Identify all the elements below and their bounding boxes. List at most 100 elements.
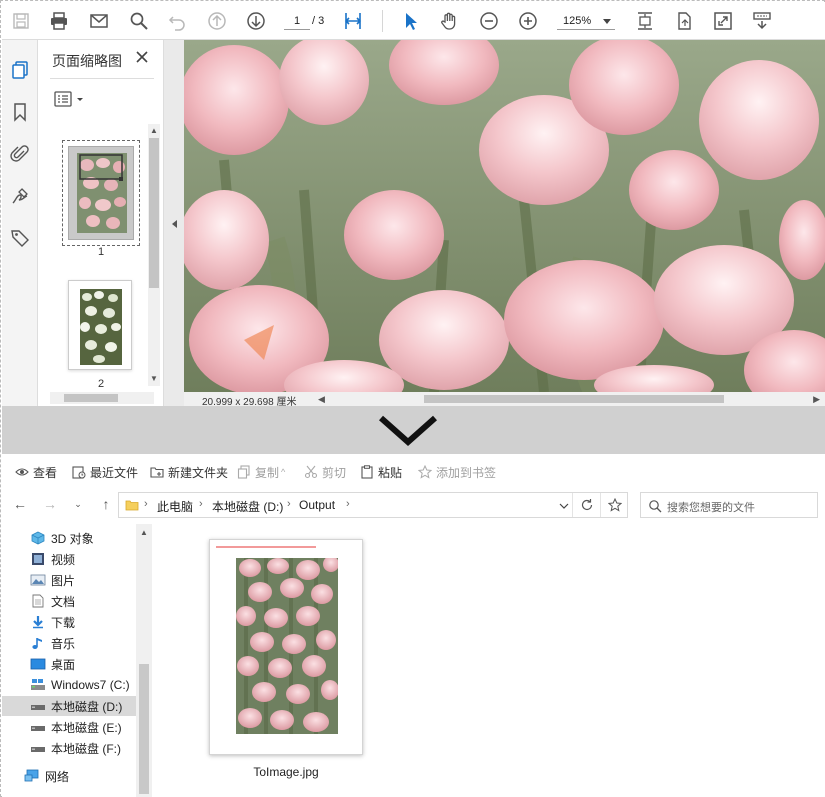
file-explorer: 查看 最近文件 新建文件夹 复制 ^ 剪切 粘贴 添加到书签 ← → ⌄ ↑ ›… (2, 454, 825, 797)
breadcrumb-separator-icon: › (199, 498, 203, 510)
scroll-left-icon[interactable]: ◀ (318, 394, 325, 405)
select-cursor-icon[interactable] (400, 10, 422, 32)
nav-item-documents[interactable]: 文档 (30, 591, 75, 611)
fit-page-icon[interactable] (342, 10, 364, 32)
paste-button[interactable]: 粘贴 (360, 464, 402, 480)
scrollbar-thumb[interactable] (64, 394, 118, 402)
address-dropdown-icon[interactable] (556, 495, 572, 517)
address-bar[interactable]: › 此电脑 › 本地磁盘 (D:) › Output › (118, 492, 628, 518)
drive-icon (31, 747, 45, 752)
breadcrumb-this-pc[interactable]: 此电脑 (157, 498, 193, 515)
view-button[interactable]: 查看 (15, 464, 57, 480)
nav-item-video[interactable]: 视频 (30, 549, 75, 569)
file-thumbnail[interactable] (209, 539, 363, 755)
nav-label: 网络 (45, 769, 70, 784)
navigation-scrollbar[interactable]: ▲ (136, 524, 152, 797)
pdf-toolbar: 1 / 3 125% (2, 2, 825, 40)
history-dropdown-icon[interactable]: ⌄ (70, 496, 86, 512)
scrollbar-thumb[interactable] (424, 395, 724, 403)
bookmark-icon[interactable] (8, 100, 32, 124)
copy-button[interactable]: 复制 ^ (237, 464, 285, 480)
previous-page-icon[interactable] (206, 10, 228, 32)
rotate-page-icon[interactable] (673, 10, 695, 32)
up-arrow-icon[interactable]: ↑ (98, 496, 114, 512)
close-icon[interactable] (134, 49, 150, 65)
document-view[interactable] (184, 40, 825, 392)
panel-vertical-scrollbar[interactable]: ▲ ▼ (148, 124, 160, 386)
zoom-select[interactable]: 125% (557, 12, 615, 30)
nav-item-network[interactable]: 网络 (24, 766, 69, 786)
panel-collapse-handle[interactable] (164, 40, 184, 406)
breadcrumb-output[interactable]: Output (299, 498, 335, 512)
collapse-left-icon (172, 220, 177, 228)
scroll-up-icon[interactable]: ▲ (150, 126, 158, 136)
scroll-up-icon[interactable]: ▲ (140, 528, 148, 537)
nav-item-drive-e[interactable]: 本地磁盘 (E:) (30, 717, 122, 737)
cut-button[interactable]: 剪切 (304, 464, 346, 480)
signature-icon[interactable] (8, 184, 32, 208)
thumbnail-page-1[interactable] (62, 140, 140, 246)
document-horizontal-scrollbar[interactable]: ◀ ▶ (318, 394, 820, 404)
page-number-input[interactable]: 1 (284, 12, 310, 30)
save-icon[interactable] (10, 10, 32, 32)
forward-arrow-icon[interactable]: → (42, 496, 58, 512)
search-input[interactable]: 搜索您想要的文件 (640, 492, 818, 518)
nav-item-drive-f[interactable]: 本地磁盘 (F:) (30, 738, 121, 758)
panel-divider (50, 78, 154, 79)
folder-icon (125, 500, 139, 511)
breadcrumb-drive-d[interactable]: 本地磁盘 (D:) (212, 498, 283, 515)
nav-item-3d-objects[interactable]: 3D 对象 (30, 528, 94, 548)
email-icon[interactable] (88, 10, 110, 32)
zoom-out-icon[interactable] (478, 10, 500, 32)
file-name[interactable]: ToImage.jpg (209, 765, 363, 779)
search-icon[interactable] (128, 10, 150, 32)
chevron-up-icon: ^ (281, 467, 286, 477)
recent-files-icon (72, 466, 86, 479)
new-folder-button[interactable]: 新建文件夹 (150, 464, 228, 480)
refresh-icon (581, 499, 592, 511)
undo-icon[interactable] (166, 10, 188, 32)
nav-item-downloads[interactable]: 下载 (30, 612, 75, 632)
nav-item-desktop[interactable]: 桌面 (30, 654, 75, 674)
tag-icon[interactable] (8, 226, 32, 250)
reading-mode-icon[interactable] (751, 10, 773, 32)
transition-band (2, 406, 825, 454)
nav-item-music[interactable]: 音乐 (30, 633, 75, 653)
print-icon[interactable] (48, 10, 70, 32)
thumbnail-options-icon[interactable] (54, 90, 88, 108)
pdf-viewer: 1 / 3 125% 页面缩略图 1 2 ▲ ▼ 20.999 x 29.698… (2, 2, 825, 408)
nav-label: 图片 (51, 573, 76, 588)
thumbnail-page-1-image (68, 146, 134, 240)
scrollbar-thumb[interactable] (139, 664, 149, 794)
recent-files-button[interactable]: 最近文件 (72, 464, 138, 480)
attachment-icon[interactable] (8, 142, 32, 166)
favorite-button[interactable] (600, 493, 628, 517)
status-bar: 20.999 x 29.698 厘米 ◀ ▶ (184, 392, 825, 408)
scroll-down-icon[interactable]: ▼ (150, 374, 158, 384)
scrollbar-thumb[interactable] (149, 138, 159, 288)
add-bookmark-button[interactable]: 添加到书签 (418, 464, 496, 480)
watermark-text-line (216, 546, 316, 548)
full-screen-icon[interactable] (712, 10, 734, 32)
refresh-button[interactable] (572, 493, 600, 517)
add-bookmark-label: 添加到书签 (436, 465, 497, 480)
scroll-right-icon[interactable]: ▶ (813, 394, 820, 405)
recent-files-label: 最近文件 (90, 465, 139, 480)
fit-width-icon[interactable] (634, 10, 656, 32)
network-icon (24, 769, 39, 782)
thumbnail-page-2[interactable] (68, 280, 132, 370)
zoom-in-icon[interactable] (517, 10, 539, 32)
hand-tool-icon[interactable] (438, 10, 460, 32)
desktop-icon (30, 658, 46, 670)
nav-label: 文档 (51, 594, 76, 609)
nav-item-drive-d[interactable]: 本地磁盘 (D:) (2, 696, 136, 716)
page-thumbnails-icon[interactable] (8, 58, 32, 82)
address-row: ← → ⌄ ↑ › 此电脑 › 本地磁盘 (D:) › Output › 搜索您… (2, 490, 825, 520)
nav-item-drive-c[interactable]: Windows7 (C:) (30, 675, 130, 695)
thumbnails-panel: 页面缩略图 1 2 ▲ ▼ (38, 40, 164, 406)
panel-title: 页面缩略图 (52, 53, 122, 69)
panel-horizontal-scrollbar[interactable] (50, 392, 154, 404)
back-arrow-icon[interactable]: ← (12, 496, 28, 512)
next-page-icon[interactable] (245, 10, 267, 32)
nav-item-pictures[interactable]: 图片 (30, 570, 75, 590)
